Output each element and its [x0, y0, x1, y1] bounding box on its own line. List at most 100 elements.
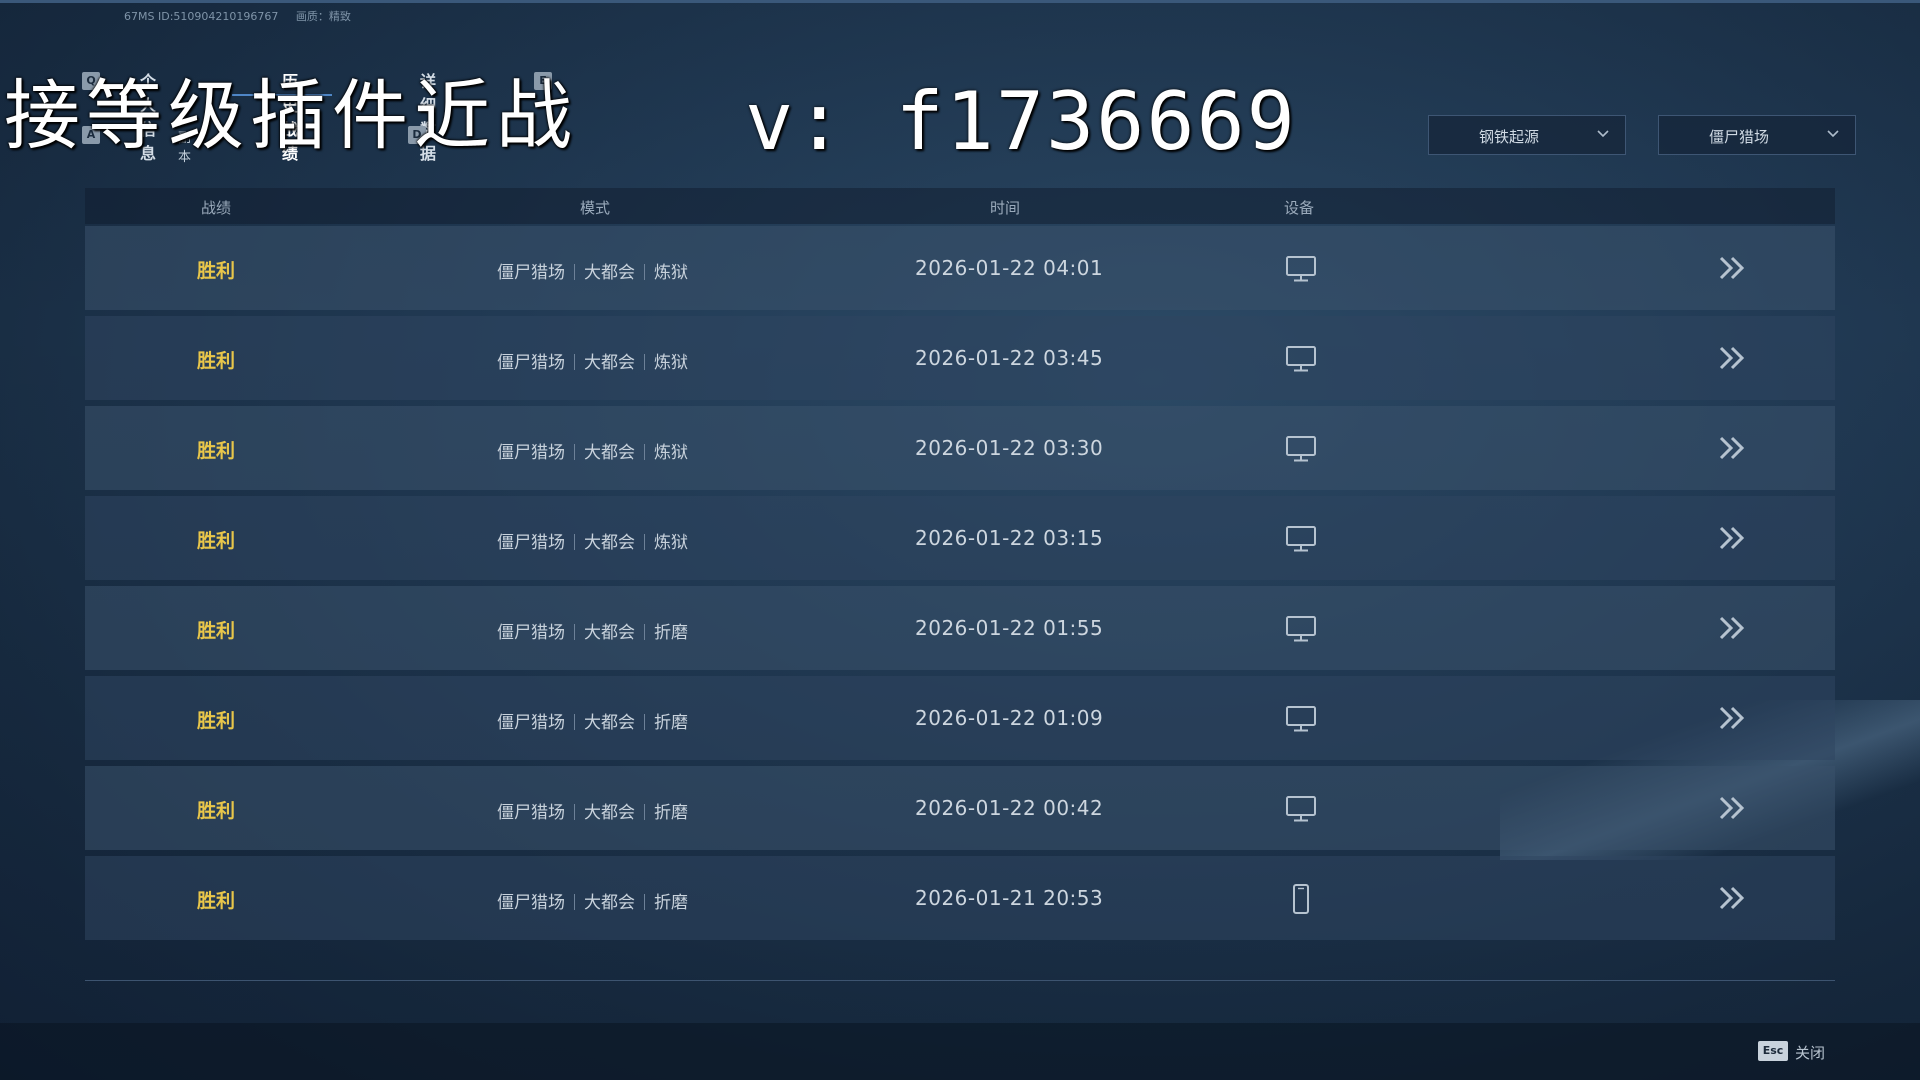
chevron-down-icon [1827, 130, 1839, 138]
mode-separator [574, 444, 575, 460]
mode-text: 僵尸猎场 大都会 折磨 [497, 618, 688, 643]
result-label: 胜利 [197, 800, 236, 822]
mode-text: 僵尸猎场 大都会 炼狱 [497, 528, 688, 553]
view-details-chevron-icon[interactable] [1715, 702, 1751, 734]
mode-part: 大都会 [584, 623, 635, 643]
monitor-icon [1283, 794, 1319, 824]
overlay-watermark-left: 接等级插件近战 [4, 71, 578, 160]
table-row[interactable]: 胜利 僵尸猎场 大都会 炼狱 2026-01-22 04:01 [85, 226, 1835, 310]
mode-part: 炼狱 [654, 443, 688, 463]
status-meta: 67MS ID:510904210196767 画质：精致 [124, 8, 351, 24]
monitor-icon [1283, 524, 1319, 554]
match-time: 2026-01-22 03:45 [915, 346, 1104, 370]
match-time: 2026-01-22 00:42 [915, 796, 1104, 820]
mode-part: 大都会 [584, 353, 635, 373]
match-time: 2026-01-22 01:55 [915, 616, 1104, 640]
mode-text: 僵尸猎场 大都会 折磨 [497, 708, 688, 733]
table-row[interactable]: 胜利 僵尸猎场 大都会 炼狱 2026-01-22 03:15 [85, 496, 1835, 580]
overlay-watermark-right: v: f1736669 [745, 75, 1297, 168]
table-row[interactable]: 胜利 僵尸猎场 大都会 折磨 2026-01-22 00:42 [85, 766, 1835, 850]
mode-part: 僵尸猎场 [497, 443, 565, 463]
dropdown-label: 钢铁起源 [1478, 128, 1539, 146]
mode-part: 折磨 [654, 803, 688, 823]
mode-separator [644, 444, 645, 460]
mode-separator [644, 804, 645, 820]
player-id-text: ID:510904210196767 [157, 10, 279, 23]
mode-part: 僵尸猎场 [497, 533, 565, 553]
column-header-time: 时间 [990, 199, 1021, 217]
mode-part: 大都会 [584, 443, 635, 463]
mode-part: 折磨 [654, 713, 688, 733]
mode-separator [644, 264, 645, 280]
table-row[interactable]: 胜利 僵尸猎场 大都会 炼狱 2026-01-22 03:30 [85, 406, 1835, 490]
table-header: 战绩 模式 时间 设备 [85, 188, 1835, 224]
footer-bar [0, 1023, 1920, 1080]
top-border [0, 0, 1920, 3]
result-label: 胜利 [197, 350, 236, 372]
result-label: 胜利 [197, 530, 236, 552]
mode-part: 大都会 [584, 803, 635, 823]
filter-season-dropdown[interactable]: 钢铁起源 [1428, 115, 1626, 155]
mode-separator [644, 624, 645, 640]
match-time: 2026-01-22 01:09 [915, 706, 1104, 730]
view-details-chevron-icon[interactable] [1715, 882, 1751, 914]
match-time: 2026-01-22 03:15 [915, 526, 1104, 550]
monitor-icon [1283, 434, 1319, 464]
match-time: 2026-01-22 04:01 [915, 256, 1104, 280]
monitor-icon [1283, 254, 1319, 284]
view-details-chevron-icon[interactable] [1715, 432, 1751, 464]
table-row[interactable]: 胜利 僵尸猎场 大都会 折磨 2026-01-22 01:09 [85, 676, 1835, 760]
match-time: 2026-01-21 20:53 [915, 886, 1104, 910]
mode-separator [644, 894, 645, 910]
result-label: 胜利 [197, 440, 236, 462]
table-row[interactable]: 胜利 僵尸猎场 大都会 折磨 2026-01-22 01:55 [85, 586, 1835, 670]
result-label: 胜利 [197, 710, 236, 732]
mode-part: 僵尸猎场 [497, 263, 565, 283]
table-row[interactable]: 胜利 僵尸猎场 大都会 炼狱 2026-01-22 03:45 [85, 316, 1835, 400]
mode-text: 僵尸猎场 大都会 折磨 [497, 888, 688, 913]
mode-separator [574, 534, 575, 550]
result-label: 胜利 [197, 260, 236, 282]
view-details-chevron-icon[interactable] [1715, 342, 1751, 374]
mode-separator [644, 714, 645, 730]
match-time: 2026-01-22 03:30 [915, 436, 1104, 460]
mode-text: 僵尸猎场 大都会 炼狱 [497, 258, 688, 283]
close-button[interactable]: 关闭 [1795, 1042, 1825, 1063]
mode-part: 大都会 [584, 713, 635, 733]
mode-part: 折磨 [654, 893, 688, 913]
mode-part: 僵尸猎场 [497, 803, 565, 823]
mode-part: 炼狱 [654, 263, 688, 283]
mode-separator [644, 354, 645, 370]
result-label: 胜利 [197, 620, 236, 642]
quality-text: 画质：精致 [295, 10, 351, 23]
latency-text: 67MS [124, 10, 155, 23]
mode-text: 僵尸猎场 大都会 炼狱 [497, 438, 688, 463]
mode-separator [574, 354, 575, 370]
mode-part: 炼狱 [654, 533, 688, 553]
mode-part: 僵尸猎场 [497, 353, 565, 373]
mode-separator [574, 894, 575, 910]
mode-part: 大都会 [584, 263, 635, 283]
dropdown-label: 僵尸猎场 [1708, 128, 1769, 146]
mode-part: 僵尸猎场 [497, 713, 565, 733]
mode-text: 僵尸猎场 大都会 折磨 [497, 798, 688, 823]
mode-separator [574, 624, 575, 640]
mode-separator [574, 264, 575, 280]
phone-icon [1283, 884, 1319, 914]
divider [85, 980, 1835, 981]
monitor-icon [1283, 704, 1319, 734]
filter-mode-dropdown[interactable]: 僵尸猎场 [1658, 115, 1856, 155]
column-header-mode: 模式 [580, 199, 611, 217]
result-label: 胜利 [197, 890, 236, 912]
view-details-chevron-icon[interactable] [1715, 612, 1751, 644]
view-details-chevron-icon[interactable] [1715, 522, 1751, 554]
mode-part: 折磨 [654, 623, 688, 643]
mode-part: 大都会 [584, 893, 635, 913]
view-details-chevron-icon[interactable] [1715, 792, 1751, 824]
table-row[interactable]: 胜利 僵尸猎场 大都会 折磨 2026-01-21 20:53 [85, 856, 1835, 940]
view-details-chevron-icon[interactable] [1715, 252, 1751, 284]
mode-separator [644, 534, 645, 550]
monitor-icon [1283, 344, 1319, 374]
mode-part: 僵尸猎场 [497, 893, 565, 913]
mode-part: 大都会 [584, 533, 635, 553]
